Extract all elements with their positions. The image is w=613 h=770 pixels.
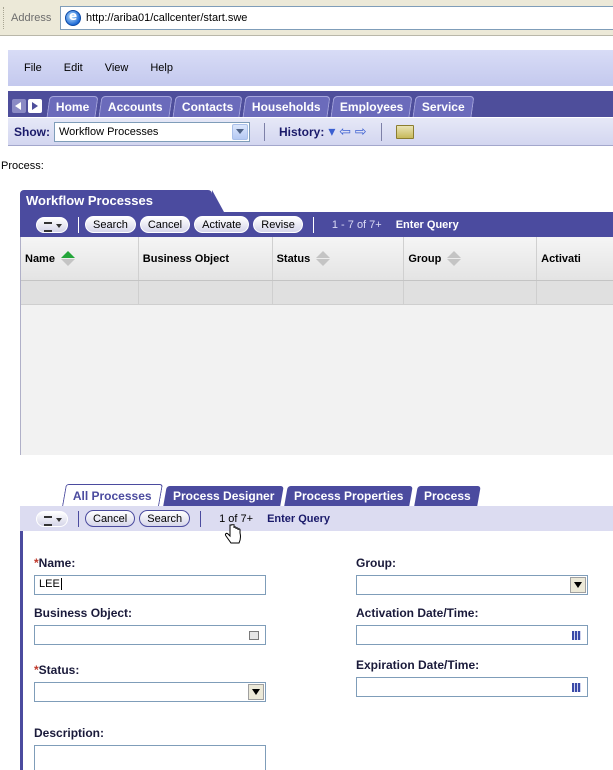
applet-menu-icon[interactable] [36,216,68,233]
business-object-label: Business Object: [34,606,133,620]
divider [264,122,265,141]
column-header-status[interactable]: Status [273,237,405,280]
list-header: Name Business Object Status Group Activa… [21,237,613,281]
column-header-business-object[interactable]: Business Object [139,237,273,280]
tab-home[interactable]: Home [46,96,99,117]
applet-title: Workflow Processes [20,190,224,212]
screen-tab-bar: Home Accounts Contacts Households Employ… [8,91,613,117]
menu-view[interactable]: View [105,62,129,74]
tab-service[interactable]: Service [412,96,475,117]
column-header-activation[interactable]: Activati [537,237,613,280]
divider [380,122,382,141]
revise-button[interactable]: Revise [253,216,303,233]
list-toolbar: Search Cancel Activate Revise 1 - 7 of 7… [20,212,613,237]
activate-button[interactable]: Activate [194,216,250,233]
url-text: http://ariba01/callcenter/start.swe [86,12,248,24]
table-row[interactable] [21,281,613,305]
group-label: Group: [356,556,396,570]
cancel-button[interactable]: Cancel [139,216,191,233]
chevron-down-icon[interactable] [232,123,248,140]
menu-edit[interactable]: Edit [64,62,83,74]
url-input[interactable]: http://ariba01/callcenter/start.swe [60,6,613,30]
view-tab-bar: All Processes Process Designer Process P… [62,484,482,506]
search-button[interactable]: Search [139,510,191,527]
tab-process-designer[interactable]: Process Designer [162,486,284,506]
activation-date-field[interactable] [356,625,588,645]
divider [78,510,79,527]
sort-icon[interactable] [316,251,331,266]
tab-scroll-left-icon[interactable] [12,99,26,113]
workflow-list: Name Business Object Status Group Activa… [20,237,613,455]
chevron-down-icon[interactable] [248,684,264,700]
tab-accounts[interactable]: Accounts [98,96,173,117]
record-count: 1 of 7+ [219,512,254,525]
sort-icon[interactable] [447,251,462,266]
process-label: Process: [1,160,44,172]
show-dropdown-value: Workflow Processes [59,125,159,138]
text-cursor [60,578,62,591]
show-bar: Show: Workflow Processes History: ▾ ⇦ ⇨ [8,118,613,146]
toolbar-grip [3,6,7,29]
back-forward-arrows-icon[interactable]: ▾ ⇦ ⇨ [328,123,366,140]
divider [200,510,202,527]
tab-households[interactable]: Households [242,96,331,117]
search-button[interactable]: Search [85,216,136,233]
divider [312,216,314,233]
show-dropdown[interactable]: Workflow Processes [54,121,250,142]
tab-process-properties[interactable]: Process Properties [284,486,414,506]
name-label: *Name: [34,556,76,570]
tab-employees[interactable]: Employees [330,96,413,117]
mode-label: Enter Query [395,218,459,231]
print-icon[interactable] [395,124,414,139]
divider [78,216,79,233]
expiration-label: Expiration Date/Time: [356,658,480,672]
name-field[interactable]: LEE [34,575,266,595]
column-header-group[interactable]: Group [404,237,538,280]
description-field[interactable] [34,745,266,770]
menu-help[interactable]: Help [150,62,173,74]
address-bar: Address http://ariba01/callcenter/start.… [0,0,613,36]
business-object-field[interactable] [34,625,266,645]
form-toolbar: Cancel Search 1 of 7+ Enter Query [20,506,613,531]
column-header-name[interactable]: Name [21,237,139,280]
chevron-down-icon[interactable] [570,577,586,593]
menu-bar: File Edit View Help [8,50,613,86]
mode-label: Enter Query [267,512,331,525]
status-label: *Status: [34,663,80,677]
activation-label: Activation Date/Time: [356,606,479,620]
cancel-button[interactable]: Cancel [85,510,136,527]
tab-all-processes[interactable]: All Processes [62,484,163,506]
show-label: Show: [14,124,50,139]
ie-page-icon [65,9,81,26]
description-label: Description: [34,726,105,740]
tab-process[interactable]: Process [413,486,480,506]
hand-cursor-icon [224,524,242,544]
status-dropdown[interactable] [34,682,266,702]
group-dropdown[interactable] [356,575,588,595]
sort-icon[interactable] [60,251,75,266]
record-count: 1 - 7 of 7+ [331,218,382,231]
address-label: Address [11,11,52,24]
calendar-icon[interactable] [572,683,581,692]
calendar-icon[interactable] [572,631,581,640]
applet-menu-icon[interactable] [36,510,68,527]
tab-scroll-right-icon[interactable] [28,99,42,113]
menu-file[interactable]: File [24,62,42,74]
pick-list-icon[interactable] [249,631,259,640]
expiration-date-field[interactable] [356,677,588,697]
history-menu[interactable]: History: [279,125,324,139]
tab-contacts[interactable]: Contacts [172,96,243,117]
